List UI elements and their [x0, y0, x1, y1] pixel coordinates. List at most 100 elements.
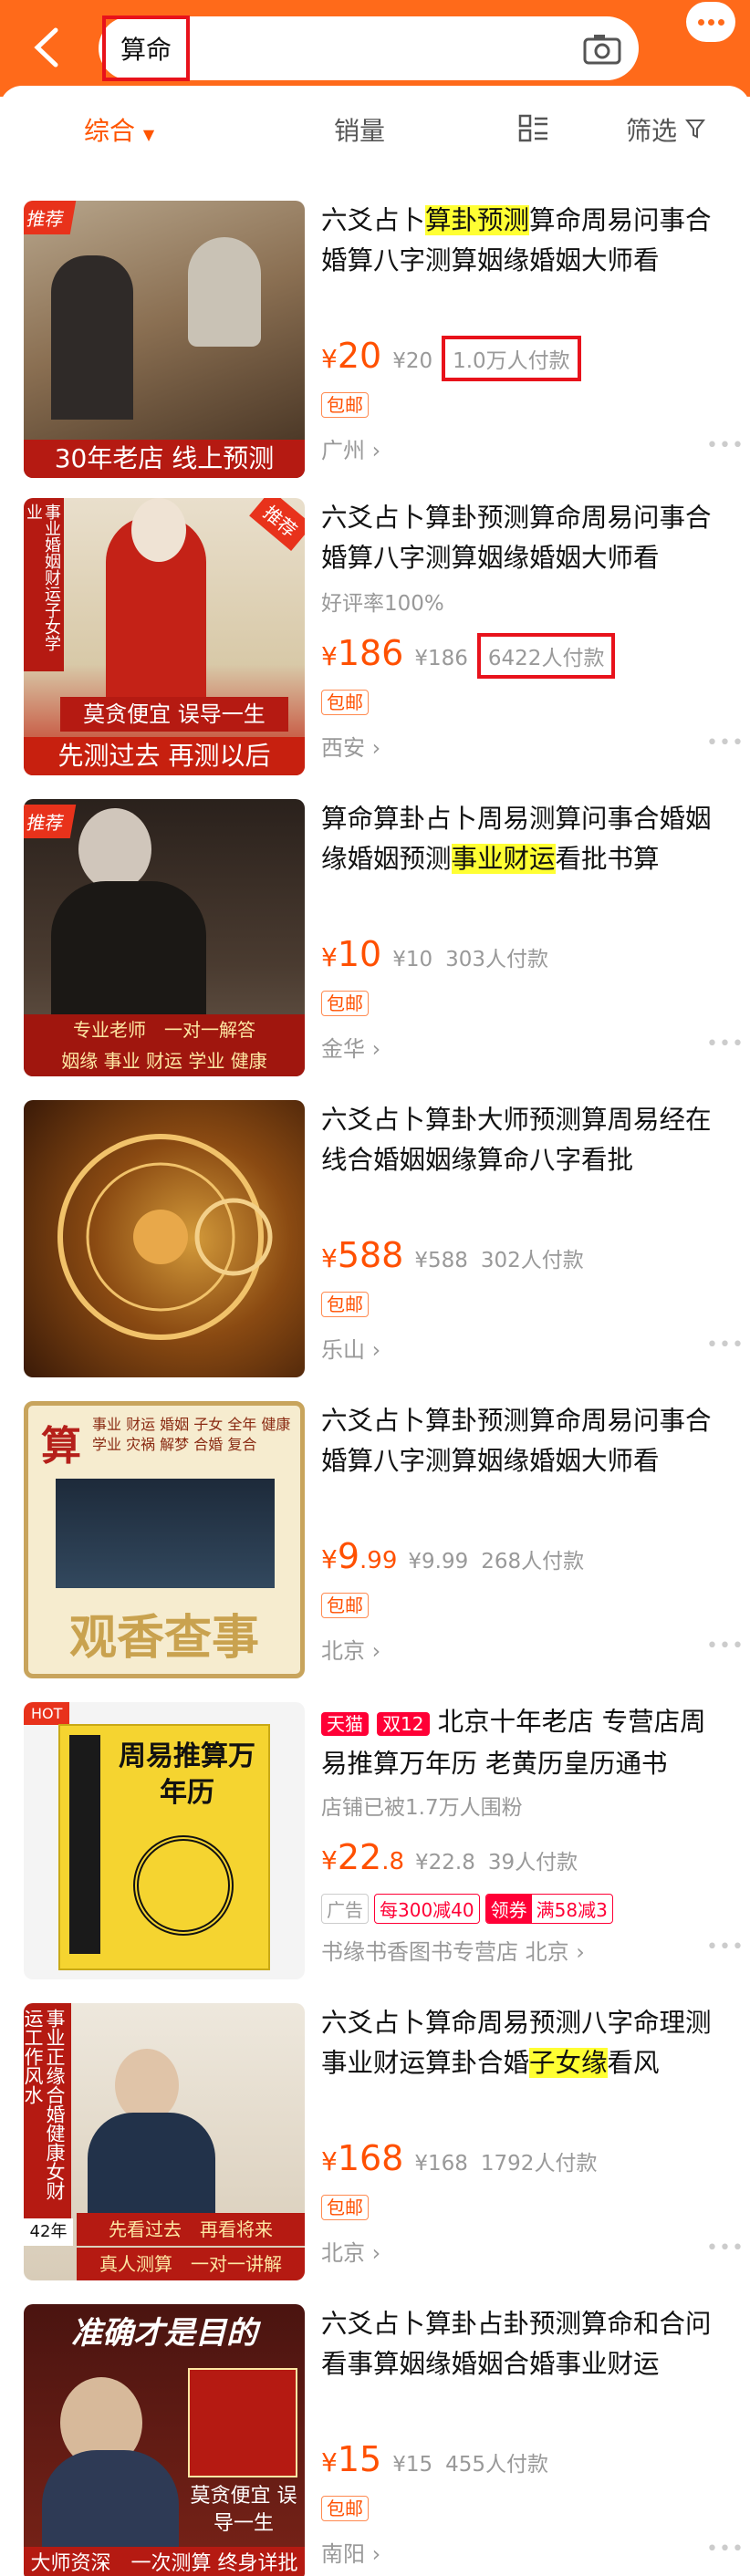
original-price: ¥186	[414, 647, 468, 670]
location[interactable]: 北京 ›	[321, 1633, 380, 1665]
more-menu-button[interactable]	[686, 2, 735, 42]
product-title[interactable]: 六爻占卜算卦占卦预测算命和合问看事算姻缘婚姻合婚事业财运	[321, 2304, 723, 2384]
location[interactable]: 金华 ›	[321, 1031, 380, 1063]
price: ¥168	[321, 2138, 404, 2178]
original-price: ¥588	[414, 1249, 468, 1272]
product-title[interactable]: 天猫 双12 北京十年老店 专营店周易推算万年历 老黄历皇历通书	[321, 1702, 723, 1782]
sales-count: 39人付款	[487, 1851, 578, 1875]
sort-tabs: 综合 ▼ 销量 筛选	[0, 86, 750, 177]
sales-count: 455人付款	[445, 2453, 548, 2477]
hot-badge: HOT	[24, 1702, 70, 1725]
funnel-icon	[684, 119, 705, 139]
tmall-badge: 天猫	[321, 1712, 369, 1736]
years-badge: 42年	[24, 2218, 73, 2246]
sales-count: 1792人付款	[480, 2152, 598, 2176]
image-caption: 大师资深 一次测算 终身详批	[24, 2547, 305, 2576]
location[interactable]: 西安 ›	[321, 730, 380, 762]
more-options-icon[interactable]: •••	[706, 1334, 745, 1356]
more-options-icon[interactable]: •••	[706, 2538, 745, 2560]
product-card[interactable]: 推荐 专业老师 一对一解答 姻缘 事业 财运 学业 健康 算命算卦占卜周易测算问…	[0, 784, 750, 1082]
free-shipping-tag: 包邮	[321, 1292, 369, 1317]
more-options-icon[interactable]: •••	[706, 732, 745, 754]
product-image[interactable]: 准确才是目的 莫贪便宜 误导一生 大师资深 一次测算 终身详批	[24, 2304, 305, 2576]
shop-location[interactable]: 书缘书香图书专营店 北京 ›	[321, 1934, 585, 1966]
chevron-left-icon	[34, 27, 58, 68]
price: ¥588	[321, 1235, 404, 1275]
filter-button[interactable]: 筛选	[626, 111, 705, 148]
image-title: 准确才是目的	[71, 2315, 257, 2352]
product-image[interactable]: 事业正缘合婚健康女财运工作风水 42年 先看过去 再看将来 真人测算 一对一讲解	[24, 2003, 305, 2280]
product-card[interactable]: 事业婚姻财运子女学业 推荐 莫贪便宜 误导一生 先测过去 再测以后 六爻占卜算卦…	[0, 483, 750, 781]
more-options-icon[interactable]: •••	[706, 1936, 745, 1958]
price: ¥10	[321, 934, 382, 974]
coupon-tag[interactable]: 每300减40	[374, 1894, 480, 1924]
product-image[interactable]: 推荐 30年老店 线上预测	[24, 201, 305, 478]
results-panel: 综合 ▼ 销量 筛选 推荐 30年老店 线上预测 六爻占卜算卦预测算命周易问事合…	[0, 86, 750, 2576]
product-title[interactable]: 六爻占卜算卦大师预测算周易经在线合婚姻姻缘算命八字看批	[321, 1100, 723, 1180]
price-row: ¥9.99 ¥9.99 268人付款	[321, 1536, 584, 1576]
price: ¥22.8	[321, 1837, 404, 1877]
more-options-icon[interactable]: •••	[706, 2237, 745, 2259]
coupon-claim[interactable]: 领券 满58减3	[484, 1894, 613, 1924]
image-caption: 真人测算 一对一讲解	[77, 2248, 305, 2280]
product-title[interactable]: 算命算卦占卜周易测算问事合婚姻缘婚姻预测事业财运看批书算	[321, 799, 723, 879]
product-title[interactable]: 六爻占卜算命周易预测八字命理测事业财运算卦合婚子女缘看风	[321, 2003, 723, 2083]
product-card[interactable]: HOT 周易推算万年历 天猫 双12 北京十年老店 专营店周易推算万年历 老黄历…	[0, 1688, 750, 1985]
compass-illustration	[57, 1134, 273, 1340]
product-image[interactable]: HOT 周易推算万年历	[24, 1702, 305, 1979]
camera-icon[interactable]	[582, 29, 622, 69]
sales-count: 268人付款	[481, 1550, 585, 1574]
product-title[interactable]: 六爻占卜算卦预测算命周易问事合婚算八字测算姻缘婚姻大师看	[321, 1401, 723, 1481]
image-words: 事业 财运 婚姻 子女 全年 健康 学业 灾祸 解梦 合婚 复合	[92, 1416, 291, 1453]
recommend-badge: 推荐	[24, 805, 77, 838]
product-image[interactable]: 算 事业 财运 婚姻 子女 全年 健康 学业 灾祸 解梦 合婚 复合 观香查事	[24, 1401, 305, 1678]
price-row: ¥20 ¥20 1.0万人付款	[321, 336, 581, 381]
product-card[interactable]: 推荐 30年老店 线上预测 六爻占卜算卦预测算命周易问事合婚算八字测算姻缘婚姻大…	[0, 186, 750, 483]
back-button[interactable]	[26, 20, 66, 75]
location[interactable]: 南阳 ›	[321, 2536, 380, 2568]
image-caption-1: 莫贪便宜 误导一生	[190, 2485, 297, 2535]
product-card[interactable]: 算 事业 财运 婚姻 子女 全年 健康 学业 灾祸 解梦 合婚 复合 观香查事 …	[0, 1387, 750, 1684]
search-input[interactable]: 算命	[99, 16, 639, 81]
sales-count: 6422人付款	[476, 633, 616, 679]
product-card[interactable]: 事业正缘合婚健康女财运工作风水 42年 先看过去 再看将来 真人测算 一对一讲解…	[0, 1989, 750, 2286]
price-row: ¥186 ¥186 6422人付款	[321, 633, 616, 679]
product-title[interactable]: 六爻占卜算卦预测算命周易问事合婚算八字测算姻缘婚姻大师看	[321, 498, 723, 578]
price-row: ¥588 ¥588 302人付款	[321, 1235, 584, 1275]
image-char: 算	[41, 1423, 81, 1470]
more-options-icon[interactable]: •••	[706, 1033, 745, 1055]
image-title: 观香查事	[68, 1611, 259, 1666]
product-title[interactable]: 六爻占卜算卦预测算命周易问事合婚算八字测算姻缘婚姻大师看	[321, 201, 723, 281]
double12-badge: 双12	[377, 1712, 430, 1736]
tab-comprehensive[interactable]: 综合 ▼	[84, 111, 154, 148]
product-card[interactable]: 六爻占卜算卦大师预测算周易经在线合婚姻姻缘算命八字看批 ¥588 ¥588 30…	[0, 1085, 750, 1383]
location[interactable]: 北京 ›	[321, 2235, 380, 2267]
location[interactable]: 广州 ›	[321, 432, 380, 464]
image-caption: 30年老店 线上预测	[24, 440, 305, 478]
sales-count: 1.0万人付款	[442, 336, 581, 381]
layout-toggle-icon[interactable]	[518, 113, 549, 144]
product-card[interactable]: 准确才是目的 莫贪便宜 误导一生 大师资深 一次测算 终身详批 六爻占卜算卦占卦…	[0, 2290, 750, 2576]
rating-text: 好评率100%	[321, 592, 444, 616]
more-options-icon[interactable]: •••	[706, 434, 745, 457]
product-image[interactable]: 推荐 专业老师 一对一解答 姻缘 事业 财运 学业 健康	[24, 799, 305, 1076]
image-caption-1: 先看过去 再看将来	[77, 2213, 305, 2246]
original-price: ¥9.99	[408, 1550, 469, 1574]
free-shipping-tag: 包邮	[321, 690, 369, 715]
tab-sales[interactable]: 销量	[334, 111, 385, 148]
location[interactable]: 乐山 ›	[321, 1332, 380, 1364]
free-shipping-tag: 包邮	[321, 1593, 369, 1618]
original-price: ¥20	[392, 349, 433, 373]
more-options-icon[interactable]: •••	[706, 1635, 745, 1657]
search-query[interactable]: 算命	[102, 16, 191, 81]
original-price: ¥10	[392, 948, 433, 971]
product-image[interactable]	[24, 1100, 305, 1377]
original-price: ¥22.8	[415, 1851, 475, 1875]
top-bar: 算命	[0, 0, 750, 97]
image-side-label: 事业婚姻财运子女学业	[24, 498, 64, 671]
price: ¥15	[321, 2439, 382, 2479]
price-row: ¥10 ¥10 303人付款	[321, 934, 548, 974]
product-image[interactable]: 事业婚姻财运子女学业 推荐 莫贪便宜 误导一生 先测过去 再测以后	[24, 498, 305, 775]
image-caption: 先测过去 再测以后	[24, 737, 305, 775]
free-shipping-tag: 包邮	[321, 2496, 369, 2521]
